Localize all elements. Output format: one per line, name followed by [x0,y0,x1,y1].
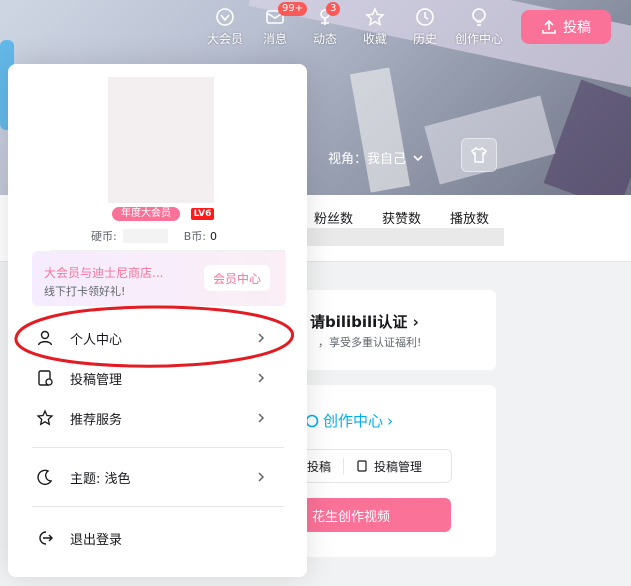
menu-item-label: 个人中心 [70,332,123,348]
top-nav: 大会员 99+ 消息 3 动态 收藏 历史 创作中心 [200,2,508,47]
nav-favorites-label: 收藏 [362,32,387,46]
vip-icon [214,6,236,28]
menu-divider [32,447,284,448]
menu-item-logout[interactable]: 退出登录 [22,518,272,558]
nav-favorites[interactable]: 收藏 [350,6,400,47]
view-as-selector[interactable]: 视角：我自己 [328,148,424,167]
creator-icon [305,414,319,427]
nav-dynamic-label: 动态 [312,32,337,46]
logout-icon [34,527,56,549]
bulb-icon [468,6,490,28]
chevron-right-icon [256,472,266,482]
theme-label: 主题: 浅色 [70,471,131,487]
menu-item-label: 推荐服务 [70,412,123,428]
theme-shirt-button[interactable] [461,138,497,172]
upload-manage-icon [34,367,56,389]
nav-history-label: 历史 [412,32,437,46]
auth-card-subtitle: ，享受多重认证福利! [318,336,422,349]
creator-quick-actions: 投稿 投稿管理 [298,449,452,483]
nav-history[interactable]: 历史 [400,6,450,47]
avatar[interactable] [108,77,214,203]
creator-title-text: 创作中心 [323,412,384,430]
chevron-right-icon [256,333,266,343]
logout-label: 退出登录 [70,532,123,548]
shirt-icon [470,146,488,163]
creator-center-link[interactable]: 创作中心 › [305,410,393,431]
plays-count-label: 播放数 [450,212,490,227]
quick-upload-button[interactable]: 投稿 [307,458,331,475]
menu-item-label: 投稿管理 [70,372,123,388]
chevron-right-icon [256,413,266,423]
view-as-label: 视角：我自己 [328,152,407,167]
manage-doc-icon [357,460,367,472]
menu-item-recommend-service[interactable]: 推荐服务 [22,398,272,438]
clock-icon [414,6,436,28]
recommend-icon [34,407,56,429]
nav-dynamic[interactable]: 3 动态 [300,2,350,47]
chevron-right-icon [256,373,266,383]
nav-messages-label: 消息 [262,32,287,46]
vip-badge: 年度大会员 [112,207,180,221]
menu-divider [32,506,284,507]
bcoins-value: 0 [209,229,217,243]
bcoins-label: B币: [183,230,206,243]
auth-title-text: 请bilibili认证 [310,313,408,331]
auth-card-title[interactable]: 请bilibili认证 › [310,311,419,332]
upload-button-label: 投稿 [563,20,591,36]
menu-item-upload-manage[interactable]: 投稿管理 [22,358,272,398]
banner-decoration [349,67,411,193]
nav-vip-label: 大会员 [206,32,243,46]
nav-creator-label: 创作中心 [454,32,503,46]
level-badge: LV6 [191,208,214,220]
divider [343,458,345,474]
coins-row: 硬币: B币: 0 [91,228,217,244]
user-icon [34,327,56,349]
user-dropdown-menu: 年度大会员 LV6 硬币: B币: 0 关注 粉丝 动态 大会员与迪士尼商店..… [8,64,307,577]
create-video-label: 花生创作视频 [312,509,391,525]
coins-label: 硬币: [91,230,117,243]
promo-subtitle: 线下打卡领好礼! [44,285,126,298]
quick-manage-button[interactable]: 投稿管理 [374,458,422,475]
nav-messages[interactable]: 99+ 消息 [250,2,308,47]
coins-value-redacted [122,229,168,243]
nav-creator-center[interactable]: 创作中心 [450,6,508,47]
fans-count-label: 粉丝数 [314,212,354,227]
menu-item-theme[interactable]: 主题: 浅色 [22,457,272,497]
promo-title: 大会员与迪士尼商店... [44,266,164,280]
nav-vip[interactable]: 大会员 [200,6,250,47]
vip-promo-banner[interactable]: 大会员与迪士尼商店... 线下打卡领好礼! 会员中心 [32,251,286,306]
star-icon [364,6,386,28]
upload-button[interactable]: 投稿 [521,10,611,44]
likes-count-label: 获赞数 [382,212,422,227]
dynamic-badge: 3 [326,2,341,16]
chevron-right-icon: › [412,313,419,331]
moon-icon [34,466,56,488]
stats-values-redacted [300,228,504,246]
upload-icon [542,19,556,34]
chevron-right-icon: › [387,411,394,430]
vip-center-button[interactable]: 会员中心 [204,265,270,291]
menu-item-personal-center[interactable]: 个人中心 [22,318,272,358]
create-video-button[interactable]: 花生创作视频 [298,498,451,532]
banner-decoration [543,79,631,195]
chevron-down-icon [413,154,423,161]
